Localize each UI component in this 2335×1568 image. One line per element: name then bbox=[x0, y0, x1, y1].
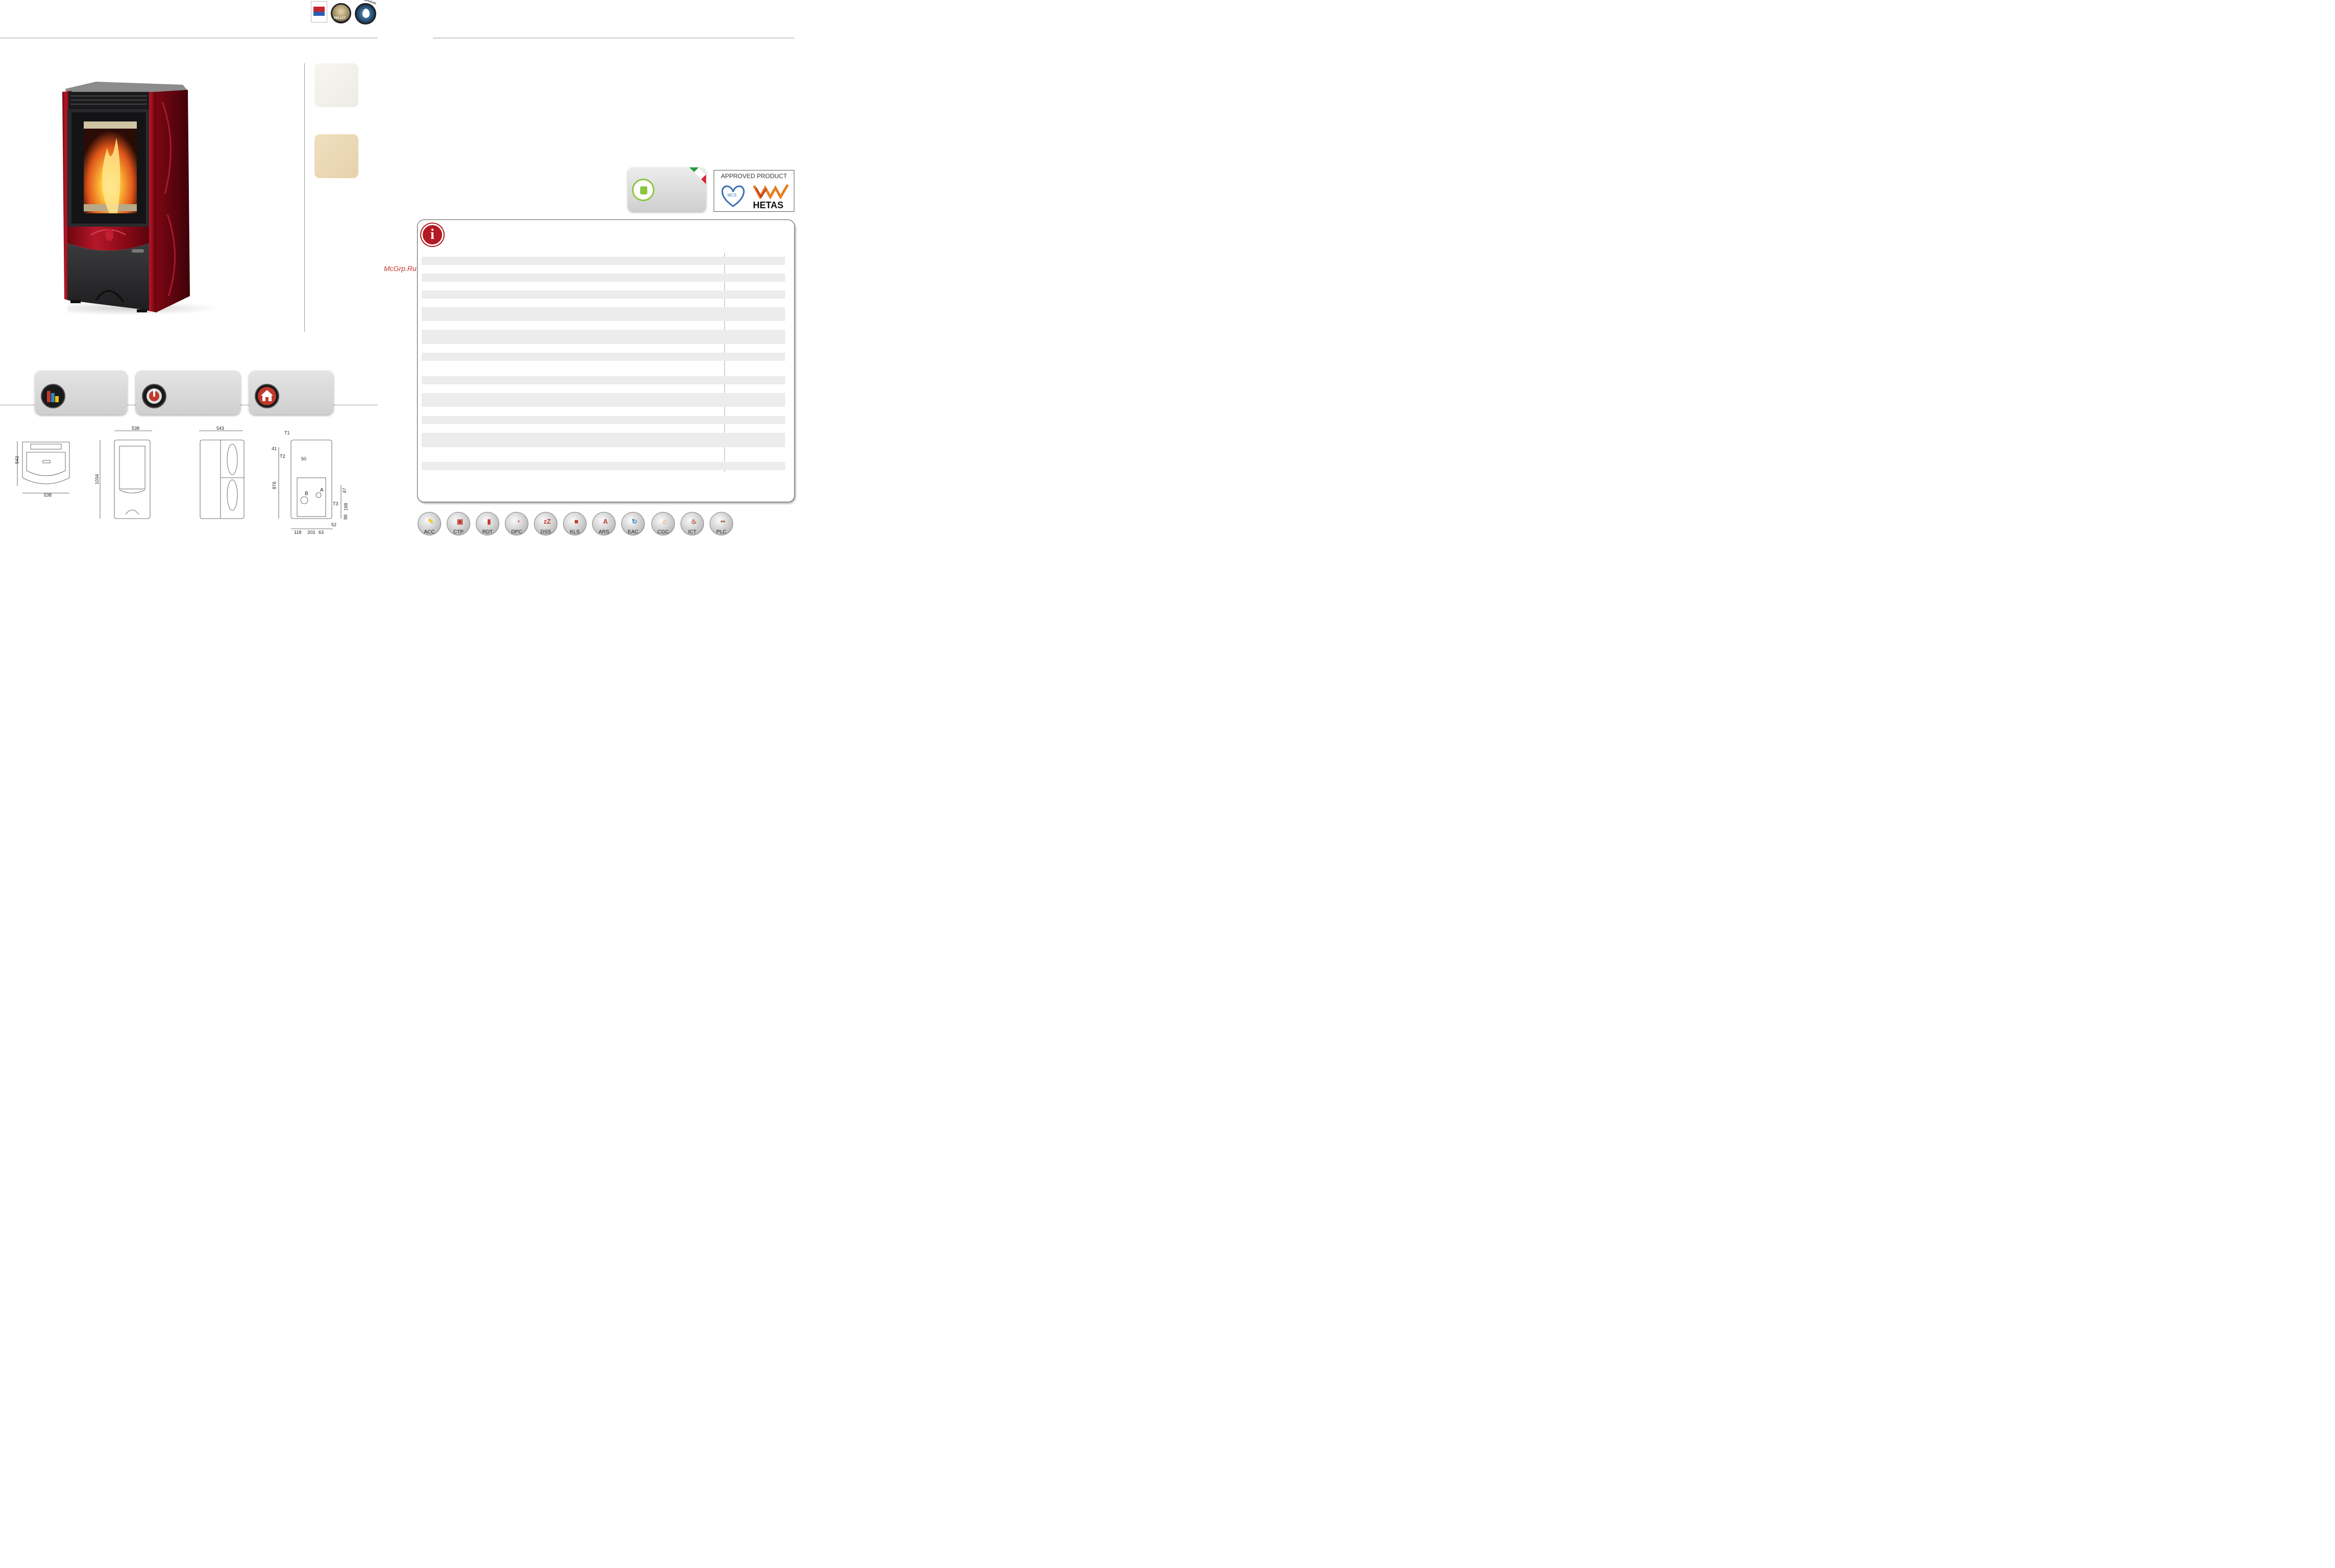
approved-product-label: APPROVED PRODUCT bbox=[721, 173, 787, 180]
rear-t1-label: T1 bbox=[284, 430, 290, 435]
feature-code-label: DPC bbox=[511, 529, 522, 535]
table-row bbox=[422, 376, 785, 384]
feature-acc-badge: ✎ ACC bbox=[417, 512, 442, 537]
feature-code-label: ARS bbox=[598, 529, 610, 535]
front-view-drawing bbox=[100, 430, 152, 519]
feature-code-label: KLS bbox=[570, 529, 580, 535]
approved-product-badge: APPROVED PRODUCT MCS HETAS bbox=[714, 170, 794, 212]
watermark-text: McGrp.Ru bbox=[384, 264, 417, 273]
hetas-label: HETAS bbox=[753, 200, 784, 210]
feature-code-label: CGC bbox=[657, 529, 669, 535]
feature-ctp-badge: ▣ CTP bbox=[446, 512, 471, 537]
rear-t3-label: T3 bbox=[333, 501, 338, 506]
thermometer-gauge-icon bbox=[142, 384, 166, 408]
water-drop-icon bbox=[355, 3, 376, 24]
feature-ars-badge: A ARS bbox=[591, 512, 617, 537]
rear-118-label: 118 bbox=[294, 530, 302, 535]
eco-thumb-icon bbox=[632, 179, 654, 201]
rear-b-label: B bbox=[305, 491, 308, 497]
side-view-drawing bbox=[199, 430, 245, 519]
table-row bbox=[422, 290, 785, 299]
pellet-badge-text: PELLET bbox=[334, 17, 346, 20]
feature-code-label: PLC bbox=[716, 529, 726, 535]
feature-code-label: DSS bbox=[540, 529, 551, 535]
color-swatch-white[interactable] bbox=[314, 63, 358, 107]
feature-code-label: CTP bbox=[453, 529, 464, 535]
feature-rdt-badge: ▮ RDT bbox=[475, 512, 500, 537]
rear-47-label: 47 bbox=[342, 487, 348, 494]
table-row bbox=[422, 330, 785, 344]
front-view-width-label: 538 bbox=[132, 426, 140, 431]
feature-code-label: RDT bbox=[482, 529, 493, 535]
stove-image bbox=[62, 82, 190, 312]
table-row bbox=[422, 433, 785, 447]
feature-cgc-badge: ⌂ CGC bbox=[650, 512, 676, 537]
hetas-logo-icon bbox=[752, 184, 789, 199]
feature-code-label: ACC bbox=[424, 529, 435, 535]
feature-kls-badge: ■ KLS bbox=[562, 512, 588, 537]
rear-41-label: 41 bbox=[272, 446, 277, 451]
rear-63-label: 63 bbox=[319, 530, 324, 535]
table-row bbox=[422, 416, 785, 424]
rear-52-label: 52 bbox=[331, 522, 337, 527]
top-view-depth-label: 543 bbox=[14, 456, 20, 464]
rear-t2-label: T2 bbox=[280, 454, 285, 459]
feature-eac-badge: ↻ EAC bbox=[620, 512, 646, 537]
table-row bbox=[422, 353, 785, 361]
rear-50-label: 50 bbox=[301, 456, 307, 461]
color-swatch-cream[interactable] bbox=[314, 134, 358, 178]
pellet-icon: PELLET bbox=[331, 3, 351, 23]
mcs-label: MCS bbox=[727, 193, 737, 198]
rear-view-drawing bbox=[278, 439, 342, 529]
feature-code-label: ICT bbox=[688, 529, 697, 535]
table-row bbox=[422, 462, 785, 470]
front-view-height-label: 1034 bbox=[94, 474, 100, 485]
product-flag-icon bbox=[311, 1, 327, 22]
table-row bbox=[422, 307, 785, 321]
feature-code-label: EAC bbox=[627, 529, 639, 535]
rear-168-label: 168 bbox=[343, 503, 349, 511]
info-icon: i bbox=[421, 224, 444, 246]
feature-dpc-badge: ◔ DPC bbox=[504, 512, 529, 537]
top-view-drawing bbox=[17, 441, 70, 494]
table-row bbox=[422, 393, 785, 407]
house-icon bbox=[255, 384, 279, 408]
rear-a-label: A bbox=[320, 487, 324, 493]
italian-flag-icon bbox=[687, 167, 706, 187]
side-view-depth-label: 543 bbox=[216, 426, 225, 431]
bar-chart-icon bbox=[41, 384, 65, 408]
image-divider bbox=[304, 63, 305, 332]
feature-dss-badge: zZ DSS bbox=[533, 512, 558, 537]
table-row bbox=[422, 257, 785, 265]
feature-ict-badge: ♨ ICT bbox=[679, 512, 705, 537]
rear-203-label: 203 bbox=[307, 530, 315, 535]
table-row bbox=[422, 274, 785, 282]
rear-88-label: 88 bbox=[343, 514, 349, 520]
top-view-width-label: 538 bbox=[44, 493, 52, 498]
feature-plc-badge: •• PLC bbox=[709, 512, 734, 537]
italian-quality-badge bbox=[628, 167, 706, 211]
rear-876-label: 876 bbox=[272, 481, 277, 489]
